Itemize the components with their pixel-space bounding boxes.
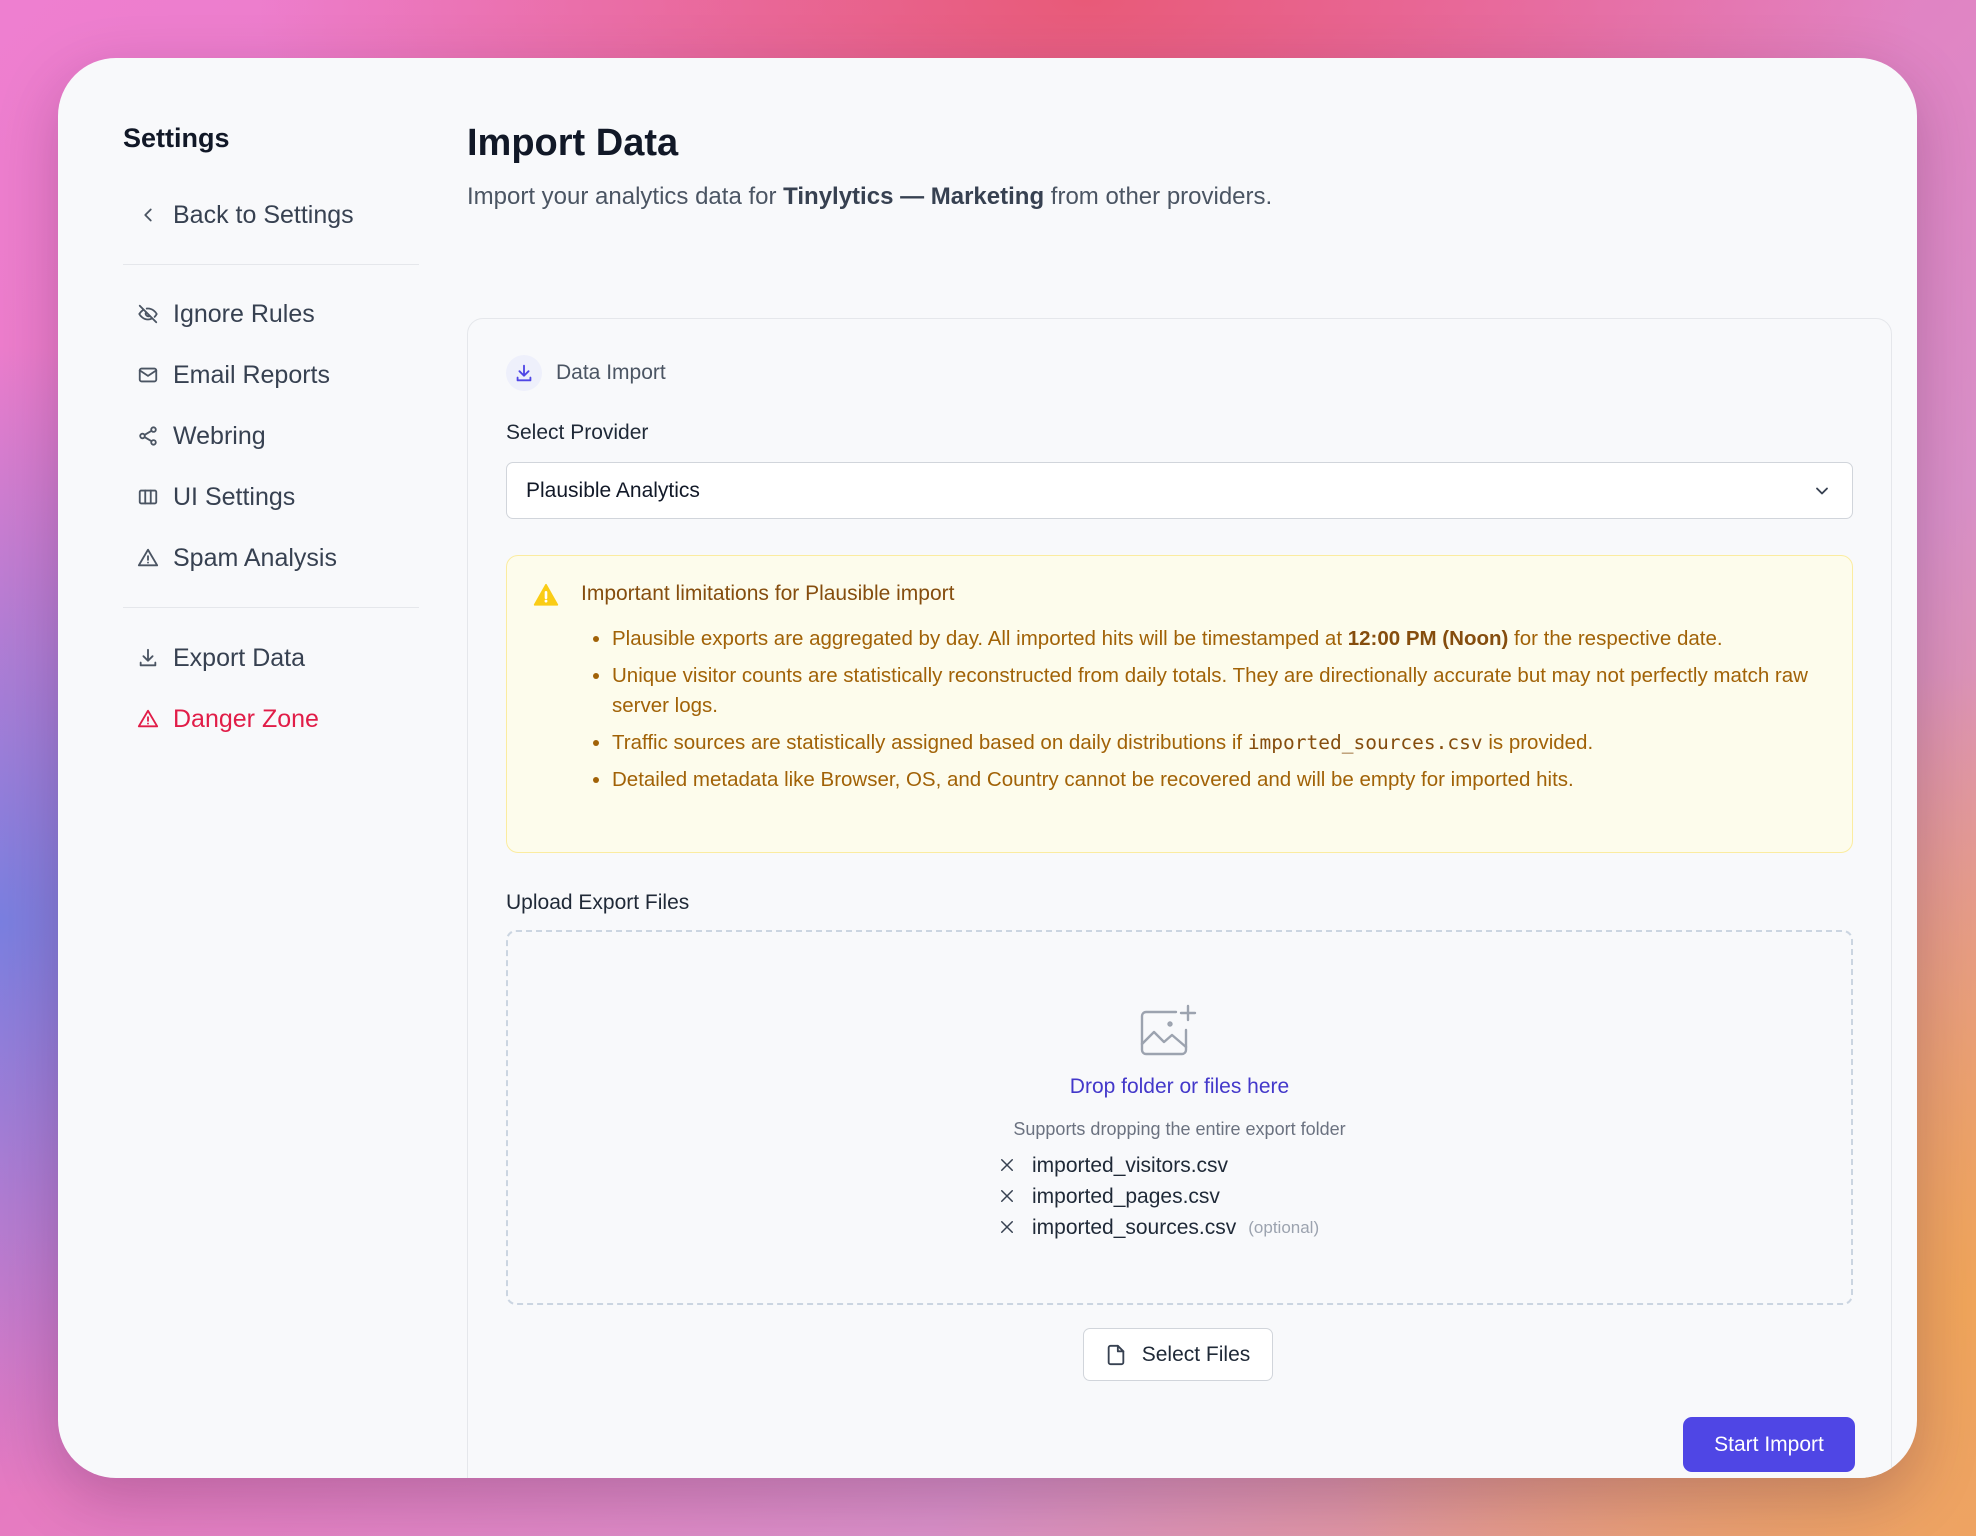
list-item: Traffic sources are statistically assign… <box>612 728 1832 758</box>
warning-icon <box>533 582 559 608</box>
sidebar-title: Settings <box>123 123 230 153</box>
settings-window: Settings Back to Settings Ignore Rules E… <box>58 58 1917 1478</box>
start-import-button[interactable]: Start Import <box>1683 1417 1855 1472</box>
sidebar-item-webring[interactable]: Webring <box>123 411 419 461</box>
sidebar-divider <box>123 607 419 608</box>
mail-icon <box>136 363 160 387</box>
sidebar-item-label: Export Data <box>173 643 306 672</box>
page-subtitle: Import your analytics data for Tinylytic… <box>467 180 1892 214</box>
list-item: Unique visitor counts are statistically … <box>612 661 1832 721</box>
eye-off-icon <box>136 302 160 326</box>
x-icon <box>998 1218 1018 1238</box>
columns-icon <box>136 485 160 509</box>
subtitle-prefix: Import your analytics data for <box>467 183 784 210</box>
share-icon <box>136 424 160 448</box>
provider-select[interactable]: Plausible Analytics <box>506 462 1853 519</box>
back-to-settings-link[interactable]: Back to Settings <box>123 190 419 240</box>
sidebar-divider <box>123 264 419 265</box>
page-title: Import Data <box>467 122 679 164</box>
download-icon <box>506 355 542 391</box>
chevron-left-icon <box>136 203 160 227</box>
sidebar-item-label: UI Settings <box>173 482 296 511</box>
sidebar-item-email-reports[interactable]: Email Reports <box>123 350 419 400</box>
file-row: imported_visitors.csv <box>998 1150 1319 1181</box>
sidebar-item-danger-zone[interactable]: Danger Zone <box>123 694 419 744</box>
x-icon <box>998 1156 1018 1176</box>
sidebar-item-export-data[interactable]: Export Data <box>123 633 419 683</box>
card-header: Data Import <box>506 355 666 391</box>
file-name: imported_visitors.csv <box>1032 1153 1229 1177</box>
sidebar-item-ignore-rules[interactable]: Ignore Rules <box>123 289 419 339</box>
list-item: Plausible exports are aggregated by day.… <box>612 624 1832 654</box>
back-label: Back to Settings <box>173 200 354 229</box>
site-name: Tinylytics — Marketing <box>783 183 1045 210</box>
provider-label: Select Provider <box>506 421 649 444</box>
sidebar-item-label: Ignore Rules <box>173 299 315 328</box>
subtitle-suffix: from other providers. <box>1044 183 1273 210</box>
file-icon <box>1106 1344 1128 1366</box>
file-name: imported_pages.csv <box>1032 1184 1220 1208</box>
file-drop-zone[interactable]: Drop folder or files here Supports dropp… <box>506 930 1853 1305</box>
sidebar-item-label: Danger Zone <box>173 704 319 733</box>
limitations-list: Plausible exports are aggregated by day.… <box>612 624 1832 802</box>
sidebar-item-label: Spam Analysis <box>173 543 337 572</box>
required-files-list: imported_visitors.csv imported_pages.csv… <box>998 1150 1319 1243</box>
sidebar-nav: Ignore Rules Email Reports Webring UI Se… <box>123 289 419 583</box>
drop-subtitle: Supports dropping the entire export fold… <box>1013 1119 1346 1139</box>
sidebar: Settings Back to Settings Ignore Rules E… <box>123 118 419 744</box>
file-name: imported_sources.csv <box>1032 1215 1237 1239</box>
sidebar-item-spam-analysis[interactable]: Spam Analysis <box>123 533 419 583</box>
data-import-card: Data Import Select Provider Plausible An… <box>467 318 1892 1478</box>
sidebar-item-ui-settings[interactable]: UI Settings <box>123 472 419 522</box>
import-limitations-notice: Important limitations for Plausible impo… <box>506 555 1853 853</box>
main-content: Import Data Import your analytics data f… <box>467 118 1892 1478</box>
download-icon <box>136 646 160 670</box>
provider-value: Plausible Analytics <box>526 478 700 502</box>
warning-icon <box>136 546 160 570</box>
file-row: imported_pages.csv <box>998 1181 1319 1212</box>
optional-note: (optional) <box>1248 1217 1320 1237</box>
select-files-button[interactable]: Select Files <box>1083 1328 1273 1381</box>
upload-label: Upload Export Files <box>506 891 690 914</box>
drop-title[interactable]: Drop folder or files here <box>508 1075 1851 1099</box>
chevron-down-icon <box>1812 481 1832 501</box>
x-icon <box>998 1187 1018 1207</box>
image-add-icon <box>1136 1000 1200 1064</box>
select-files-label: Select Files <box>1141 1342 1251 1366</box>
file-row: imported_sources.csv (optional) <box>998 1212 1319 1243</box>
sidebar-item-label: Webring <box>173 421 266 450</box>
card-title: Data Import <box>556 361 666 384</box>
list-item: Detailed metadata like Browser, OS, and … <box>612 765 1832 795</box>
sidebar-item-label: Email Reports <box>173 360 330 389</box>
notice-title: Important limitations for Plausible impo… <box>581 582 955 605</box>
warning-icon <box>136 707 160 731</box>
